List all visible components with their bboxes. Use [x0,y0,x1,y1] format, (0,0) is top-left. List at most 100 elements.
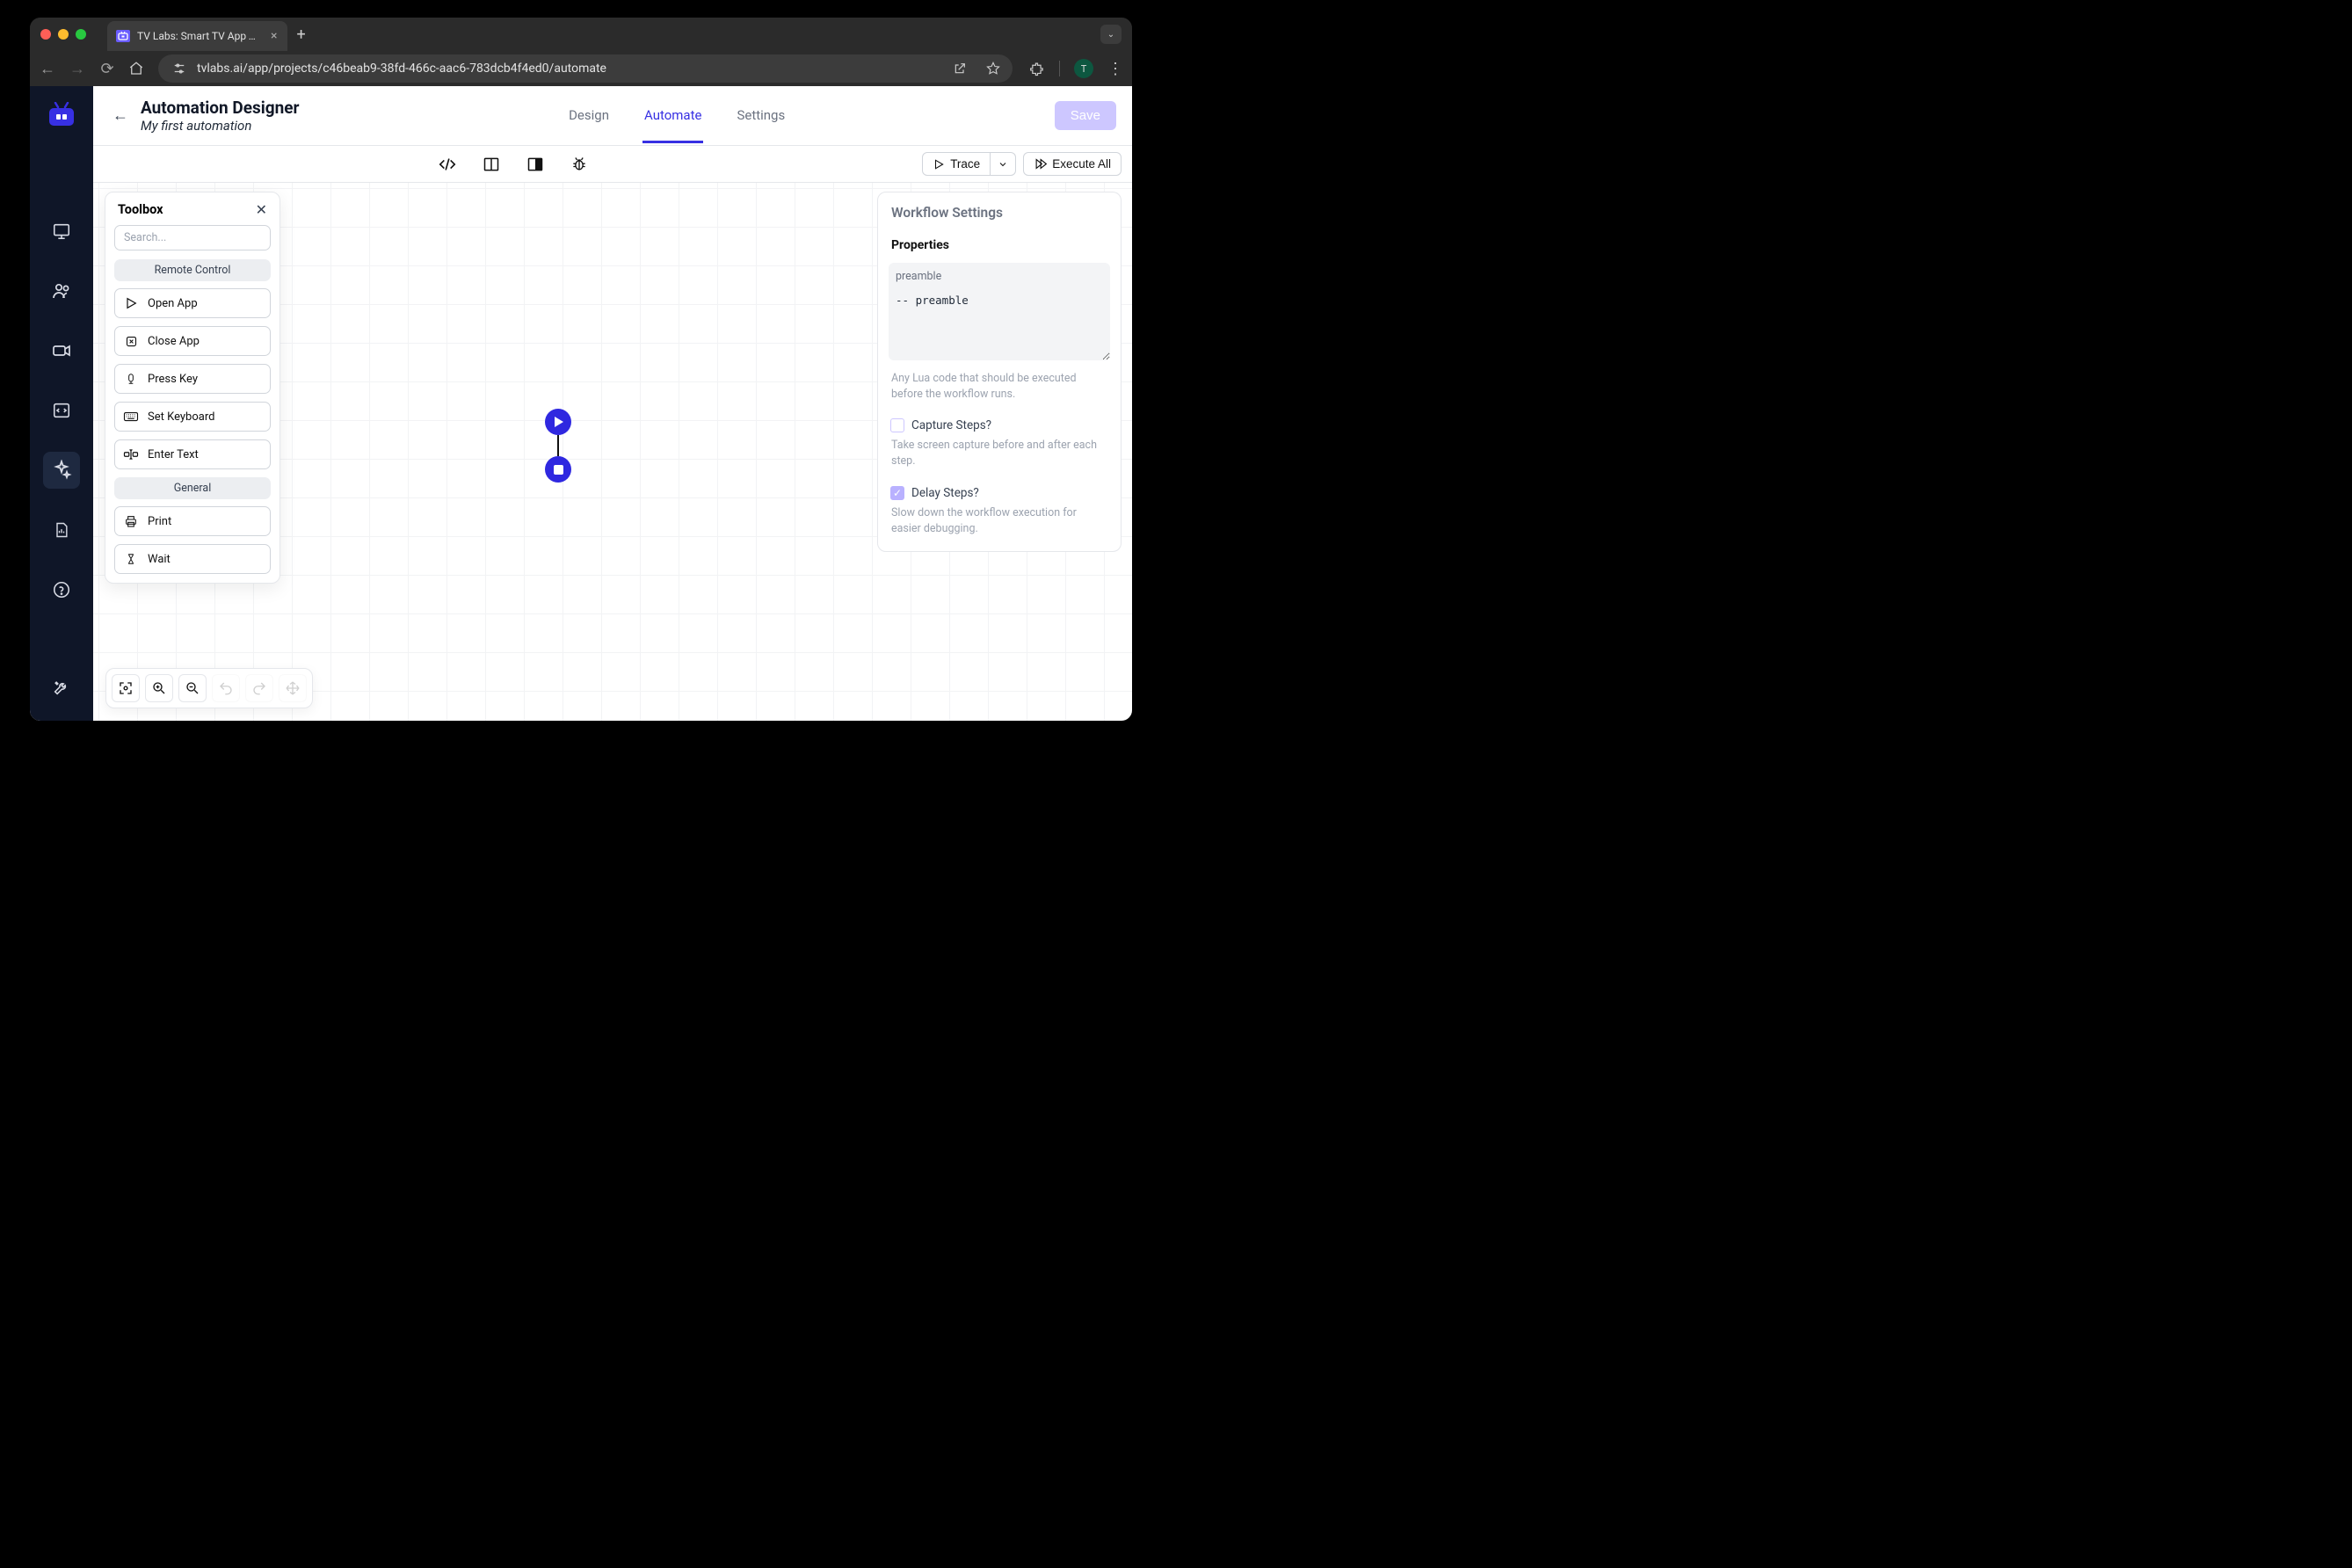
execute-all-button[interactable]: Execute All [1023,152,1122,176]
toolbox-item-print[interactable]: Print [114,506,271,536]
toolbox-search-input[interactable]: Search... [114,225,271,250]
bookmark-icon[interactable] [986,62,1000,76]
toolbox-item-label: Set Keyboard [148,410,214,424]
tabs-overflow-button[interactable]: ⌄ [1100,25,1122,44]
workflow-end-node[interactable] [545,456,571,483]
redo-button[interactable] [245,674,273,702]
sidebar-code-icon[interactable] [43,392,80,429]
toolbox-close-icon[interactable]: ✕ [256,201,267,218]
toolbox-item-set-keyboard[interactable]: Set Keyboard [114,402,271,432]
toolbox-item-label: Wait [148,553,171,566]
workflow-start-node[interactable] [545,409,571,435]
url-text: tvlabs.ai/app/projects/c46beab9-38fd-466… [197,62,606,76]
preamble-help-text: Any Lua code that should be executed bef… [889,371,1110,403]
toolbox-title: Toolbox [118,202,163,217]
sidebar-automate-icon[interactable] [43,452,80,489]
tab-close-icon[interactable]: × [271,29,277,43]
trace-label: Trace [950,157,980,171]
view-split-icon[interactable] [481,154,502,175]
app-sidebar [30,86,93,721]
app-logo[interactable] [47,102,76,128]
save-button[interactable]: Save [1055,101,1116,130]
toolbox-item-label: Print [148,515,171,528]
zoom-out-button[interactable] [178,674,207,702]
external-link-icon[interactable] [953,62,967,76]
toolbar-actions: Trace Execute All [922,152,1122,176]
page-title: Automation Designer [141,98,300,118]
divider [1059,61,1060,76]
workflow-settings-title: Workflow Settings [889,205,1110,221]
browser-titlebar: TV Labs: Smart TV App Testin × + ⌄ [30,18,1132,51]
keyboard-icon [123,410,139,424]
print-icon [123,514,139,528]
delay-steps-checkbox[interactable] [890,486,904,500]
toolbox-item-wait[interactable]: Wait [114,544,271,574]
page-tabs: Design Automate Settings [300,88,1055,143]
sidebar-help-icon[interactable] [43,571,80,608]
url-input[interactable]: tvlabs.ai/app/projects/c46beab9-38fd-466… [158,54,1013,83]
capture-steps-help: Take screen capture before and after eac… [889,438,1110,469]
workflow-settings-panel: Workflow Settings Properties preamble An… [877,192,1122,552]
profile-avatar[interactable]: T [1074,59,1093,78]
canvas[interactable]: Toolbox ✕ Search... Remote Control Open … [93,183,1132,721]
app-main: ← Automation Designer My first automatio… [93,86,1132,721]
site-settings-icon[interactable] [171,60,188,77]
undo-button[interactable] [212,674,240,702]
fit-view-button[interactable] [112,674,140,702]
extensions-icon[interactable] [1030,62,1045,76]
tab-favicon [116,30,130,42]
close-window-button[interactable] [40,29,51,40]
preamble-textarea[interactable] [889,288,1110,360]
browser-address-bar: ← → ⟳ tvlabs.ai/app/projects/c46beab9-38… [30,51,1132,86]
tab-automate[interactable]: Automate [642,88,703,143]
maximize-window-button[interactable] [76,29,86,40]
text-cursor-icon [123,447,139,461]
toolbox-section-general: General [114,477,271,499]
nav-forward-button[interactable]: → [69,60,86,78]
zoom-in-button[interactable] [145,674,173,702]
play-outline-icon [123,296,139,310]
toolbox-panel: Toolbox ✕ Search... Remote Control Open … [105,192,280,584]
trace-button[interactable]: Trace [922,152,991,176]
app-header: ← Automation Designer My first automatio… [93,86,1132,146]
properties-heading: Properties [889,238,1110,252]
toolbox-item-press-key[interactable]: Press Key [114,364,271,394]
trace-dropdown[interactable] [991,152,1016,176]
preamble-label: preamble [889,263,1110,288]
back-button[interactable]: ← [113,106,128,125]
view-right-panel-icon[interactable] [525,154,546,175]
nav-reload-button[interactable]: ⟳ [98,60,116,78]
tab-settings[interactable]: Settings [735,88,787,143]
toolbox-item-label: Enter Text [148,448,199,461]
sidebar-team-icon[interactable] [43,272,80,309]
view-code-icon[interactable] [437,154,458,175]
sidebar-recordings-icon[interactable] [43,332,80,369]
browser-menu-icon[interactable]: ⋮ [1107,60,1123,78]
pan-button[interactable] [279,674,307,702]
nav-home-button[interactable] [128,61,146,76]
page-subtitle: My first automation [141,118,300,134]
new-tab-button[interactable]: + [296,25,305,44]
execute-all-label: Execute All [1052,157,1111,171]
minimize-window-button[interactable] [58,29,69,40]
tab-design[interactable]: Design [567,88,611,143]
debug-icon[interactable] [569,154,590,175]
sub-toolbar: Trace Execute All [93,146,1132,183]
app-content: ← Automation Designer My first automatio… [30,86,1132,721]
toolbox-item-close-app[interactable]: Close App [114,326,271,356]
toolbox-section-remote: Remote Control [114,259,271,281]
delay-steps-label: Delay Steps? [911,486,979,500]
toolbox-item-label: Close App [148,335,200,348]
toolbox-item-open-app[interactable]: Open App [114,288,271,318]
toolbox-item-label: Press Key [148,373,198,386]
delay-steps-help: Slow down the workflow execution for eas… [889,505,1110,537]
capture-steps-checkbox[interactable] [890,418,904,432]
sidebar-tools-icon[interactable] [43,670,80,707]
sidebar-devices-icon[interactable] [43,213,80,250]
nav-back-button[interactable]: ← [39,60,56,78]
browser-tab[interactable]: TV Labs: Smart TV App Testin × [107,21,287,51]
toolbox-item-enter-text[interactable]: Enter Text [114,439,271,469]
tab-title: TV Labs: Smart TV App Testin [137,30,260,42]
sidebar-reports-icon[interactable] [43,512,80,548]
browser-window: TV Labs: Smart TV App Testin × + ⌄ ← → ⟳… [30,18,1132,721]
